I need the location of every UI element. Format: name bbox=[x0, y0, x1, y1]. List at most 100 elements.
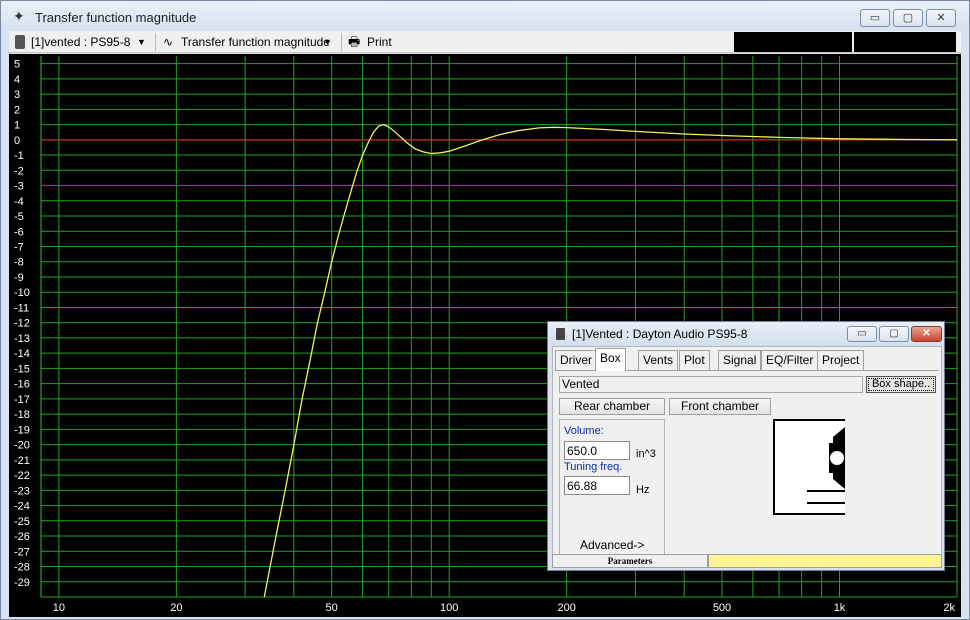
y-tick-label: -4 bbox=[14, 196, 24, 208]
y-tick-label: -16 bbox=[14, 379, 30, 391]
tuning-freq-label: Tuning freq. bbox=[564, 461, 623, 473]
title-bar[interactable]: ✦ Transfer function magnitude ▭ ▢ ✕ bbox=[1, 1, 969, 31]
dialog-minimize-button[interactable]: ▭ bbox=[847, 326, 877, 342]
status-bar: Parameters bbox=[552, 554, 942, 568]
dialog-body: Driver Box Vents Plot Signal EQ/Filter P… bbox=[552, 346, 942, 568]
chamber-parameters: Volume: in^3 Tuning freq. Hz Advanced-> bbox=[559, 419, 665, 560]
y-tick-label: -6 bbox=[14, 226, 24, 238]
box-type-field[interactable]: Vented bbox=[559, 376, 863, 393]
y-tick-label: -19 bbox=[14, 424, 30, 436]
tab-box[interactable]: Box bbox=[595, 348, 626, 371]
maximize-icon: ▢ bbox=[889, 328, 899, 339]
close-button[interactable]: ✕ bbox=[926, 9, 956, 27]
y-tick-label: -9 bbox=[14, 272, 24, 284]
y-tick-label: -18 bbox=[14, 409, 30, 421]
front-chamber-button[interactable]: Front chamber bbox=[669, 398, 771, 415]
toolbar-divider bbox=[155, 33, 156, 51]
driver-dustcap bbox=[830, 451, 844, 465]
window-title: Transfer function magnitude bbox=[35, 10, 197, 25]
y-tick-label: -20 bbox=[14, 440, 30, 452]
chevron-down-icon[interactable]: ▼ bbox=[323, 34, 332, 50]
readout-panel bbox=[734, 32, 852, 52]
y-tick-label: -29 bbox=[14, 577, 30, 589]
dialog-close-button[interactable]: ✕ bbox=[911, 326, 942, 342]
x-tick-label: 2k bbox=[943, 602, 955, 614]
status-field bbox=[708, 554, 942, 568]
main-window: ✦ Transfer function magnitude ▭ ▢ ✕ [1]v… bbox=[0, 0, 970, 620]
y-tick-label: -23 bbox=[14, 485, 30, 497]
rear-chamber-button[interactable]: Rear chamber bbox=[559, 398, 665, 415]
y-tick-label: -17 bbox=[14, 394, 30, 406]
dialog-title-bar[interactable]: [1]Vented : Dayton Audio PS95-8 ▭ ▢ ✕ bbox=[548, 322, 944, 346]
speaker-box-drawing bbox=[807, 427, 845, 504]
y-tick-label: -21 bbox=[14, 455, 30, 467]
y-tick-label: 4 bbox=[14, 74, 20, 86]
y-tick-label: -24 bbox=[14, 501, 30, 513]
tuning-freq-unit: Hz bbox=[636, 484, 650, 496]
tab-eq-filter[interactable]: EQ/Filter bbox=[761, 350, 819, 370]
maximize-icon: ▢ bbox=[902, 12, 914, 24]
volume-label: Volume: bbox=[564, 425, 604, 437]
y-tick-label: -5 bbox=[14, 211, 24, 223]
tuning-freq-input[interactable] bbox=[564, 476, 630, 495]
y-tick-label: -13 bbox=[14, 333, 30, 345]
graph-select[interactable]: Transfer function magnitude bbox=[181, 34, 330, 50]
y-tick-label: -8 bbox=[14, 257, 24, 269]
maximize-button[interactable]: ▢ bbox=[893, 9, 923, 27]
minimize-icon: ▭ bbox=[869, 12, 881, 24]
y-tick-label: -27 bbox=[14, 546, 30, 558]
y-tick-label: -1 bbox=[14, 150, 24, 162]
x-tick-label: 50 bbox=[326, 602, 338, 614]
x-tick-label: 200 bbox=[557, 602, 575, 614]
tab-plot[interactable]: Plot bbox=[679, 350, 710, 370]
tab-project[interactable]: Project bbox=[817, 350, 865, 370]
y-tick-label: -15 bbox=[14, 363, 30, 375]
readout-panel bbox=[854, 32, 956, 52]
driver-select[interactable]: [1]vented : PS95-8 bbox=[31, 34, 130, 50]
chevron-down-icon[interactable]: ▼ bbox=[137, 34, 146, 50]
y-tick-label: -3 bbox=[14, 181, 24, 193]
x-tick-label: 500 bbox=[713, 602, 731, 614]
status-parameters: Parameters bbox=[552, 554, 708, 568]
dialog-title: [1]Vented : Dayton Audio PS95-8 bbox=[572, 327, 748, 341]
volume-input[interactable] bbox=[564, 441, 630, 460]
minimize-button[interactable]: ▭ bbox=[860, 9, 890, 27]
printer-icon[interactable]: 🖶 bbox=[348, 34, 360, 50]
toolbar-divider bbox=[341, 33, 342, 51]
advanced-link[interactable]: Advanced-> bbox=[580, 538, 644, 552]
print-button[interactable]: Print bbox=[367, 34, 392, 50]
tab-vents[interactable]: Vents bbox=[638, 350, 679, 370]
close-icon: ✕ bbox=[936, 12, 946, 24]
crosshair-icon: ✦ bbox=[13, 8, 25, 24]
x-tick-label: 1k bbox=[834, 602, 846, 614]
box-dialog: [1]Vented : Dayton Audio PS95-8 ▭ ▢ ✕ Dr… bbox=[547, 321, 945, 571]
y-tick-label: -28 bbox=[14, 562, 30, 574]
speaker-icon bbox=[556, 328, 565, 340]
x-tick-label: 20 bbox=[170, 602, 182, 614]
y-tick-label: 1 bbox=[14, 120, 20, 132]
x-tick-label: 100 bbox=[440, 602, 458, 614]
y-tick-label: -11 bbox=[14, 302, 29, 314]
toolbar: [1]vented : PS95-8 ▼ ∿ Transfer function… bbox=[9, 31, 961, 53]
box-tab-panel: Vented Box shape.. Rear chamber Front ch… bbox=[555, 370, 939, 563]
y-tick-label: 5 bbox=[14, 59, 20, 71]
y-tick-label: -12 bbox=[14, 318, 30, 330]
y-tick-label: 2 bbox=[14, 104, 20, 116]
y-tick-label: 3 bbox=[14, 89, 20, 101]
y-tick-label: -10 bbox=[14, 287, 30, 299]
volume-unit: in^3 bbox=[636, 448, 656, 460]
y-tick-label: -26 bbox=[14, 531, 30, 543]
y-tick-label: -25 bbox=[14, 516, 30, 528]
y-tick-label: -14 bbox=[14, 348, 30, 360]
speaker-icon bbox=[15, 35, 25, 49]
y-tick-label: -22 bbox=[14, 470, 30, 482]
tab-driver[interactable]: Driver bbox=[555, 350, 597, 370]
tab-signal[interactable]: Signal bbox=[718, 350, 762, 370]
dialog-maximize-button[interactable]: ▢ bbox=[879, 326, 909, 342]
box-diagram bbox=[773, 419, 845, 515]
y-tick-label: -2 bbox=[14, 165, 24, 177]
box-shape-button[interactable]: Box shape.. bbox=[866, 376, 936, 393]
y-tick-label: -7 bbox=[14, 241, 24, 253]
y-tick-label: 0 bbox=[14, 135, 20, 147]
x-tick-label: 10 bbox=[53, 602, 65, 614]
